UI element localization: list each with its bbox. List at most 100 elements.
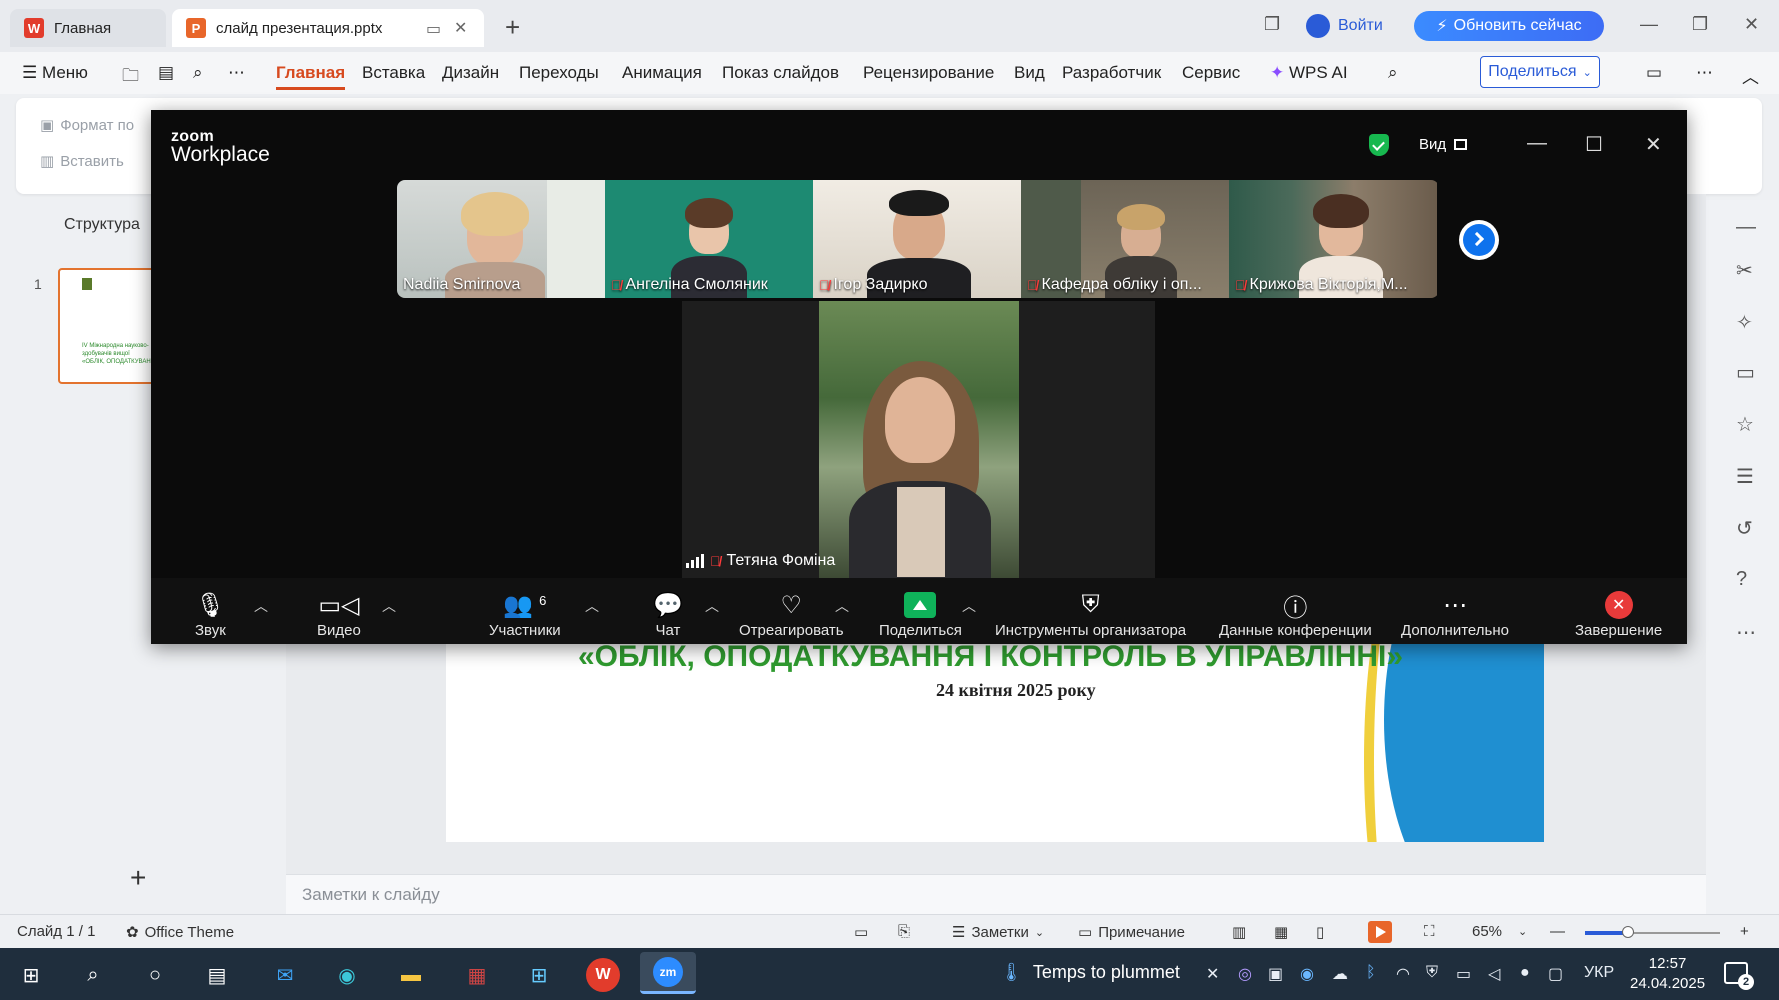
participant-tile[interactable]: 🎙̸ Кафедра обліку і оп... (1021, 180, 1229, 298)
play-slideshow-icon[interactable] (1368, 921, 1392, 943)
video-button[interactable]: ▭◁ Видео (317, 588, 361, 640)
next-page-button[interactable] (1459, 220, 1499, 260)
normal-view-icon[interactable]: ▥ (1232, 923, 1246, 941)
fullscreen-icon[interactable]: ⛶ (1424, 923, 1435, 940)
slide-thumbnail[interactable]: IV Міжнародна науково- здобувачів вищої … (58, 268, 158, 384)
help-icon[interactable]: ? (1736, 568, 1747, 591)
share-document-button[interactable]: Поделиться ⌄ (1480, 56, 1600, 88)
zoom-out-icon[interactable]: — (1550, 923, 1565, 940)
tray-app-icon[interactable]: ✕ (1206, 964, 1219, 984)
security-icon[interactable]: ⛨ (1426, 964, 1438, 982)
bluetooth-icon[interactable]: ᛒ (1366, 964, 1376, 982)
menu-review[interactable]: Рецензирование (863, 63, 994, 83)
meeting-info-button[interactable]: ⓘ Данные конференции (1219, 588, 1372, 640)
menu-design[interactable]: Дизайн (442, 63, 499, 83)
format-painter-icon[interactable]: ⌕ (193, 63, 203, 83)
window-mode-icon[interactable]: ❐ (1264, 14, 1280, 35)
tray-tool-icon[interactable]: ▣ (1268, 964, 1283, 984)
more-icon[interactable]: ⋯ (228, 63, 245, 83)
tab-monitor-icon[interactable]: ▭ (426, 19, 441, 39)
menu-service[interactable]: Сервис (1182, 63, 1240, 83)
task-view-icon[interactable]: ▤ (200, 958, 234, 992)
menu-insert[interactable]: Вставка (362, 63, 425, 83)
language-indicator[interactable]: УКР (1584, 964, 1614, 982)
close-icon[interactable]: ✕ (1744, 14, 1759, 35)
upgrade-button[interactable]: ⚡ Обновить сейчас (1414, 11, 1604, 41)
zoom-level-select[interactable]: 65% ⌄ (1472, 923, 1527, 940)
slide-notes-field[interactable]: Заметки к слайду (286, 874, 1706, 914)
menu-slideshow[interactable]: Показ слайдов (722, 63, 839, 83)
end-meeting-button[interactable]: ✕ Завершение (1575, 588, 1662, 639)
participant-tile[interactable]: 🎙̸ Крижова Вікторія,М... (1229, 180, 1437, 298)
format-painter-button[interactable]: ▣ Формат по (40, 116, 134, 135)
battery-icon[interactable]: ▭ (1456, 964, 1471, 984)
participant-tile[interactable]: Nadiia Smirnova (397, 180, 605, 298)
zoom-app-icon[interactable]: zm (640, 952, 696, 994)
minimize-icon[interactable]: — (1640, 14, 1658, 35)
slides-icon[interactable]: ▭ (1736, 360, 1755, 385)
tab-home[interactable]: W Главная (10, 9, 166, 47)
wifi-icon[interactable]: ◠ (1396, 964, 1410, 984)
shape-icon[interactable]: ✧ (1736, 310, 1753, 335)
grid-view-icon[interactable]: ▦ (1274, 923, 1288, 941)
theme-button[interactable]: ✿ Office Theme (126, 923, 234, 942)
paste-button[interactable]: ▥ Вставить (40, 152, 124, 171)
network-icon[interactable]: ▢ (1548, 964, 1563, 984)
more-button[interactable]: ⋯ Дополнительно (1401, 588, 1509, 640)
onedrive-icon[interactable]: ☁ (1332, 964, 1348, 984)
speaker-video[interactable] (819, 301, 1019, 578)
zoom-slider-handle[interactable] (1622, 926, 1634, 938)
zoom-close-icon[interactable]: ✕ (1645, 132, 1662, 157)
export-icon[interactable]: ⎘ (898, 923, 910, 940)
tab-close-icon[interactable]: ✕ (454, 18, 467, 38)
notification-center-icon[interactable]: 2 (1724, 962, 1754, 990)
restore-icon[interactable]: ❐ (1692, 14, 1708, 35)
react-button[interactable]: ♡ Отреагировать (739, 588, 844, 640)
tools-icon[interactable]: ✂ (1736, 258, 1753, 283)
file-explorer-icon[interactable]: ▬ (394, 958, 428, 992)
participant-tile[interactable]: 🎙̸ Ігор Задирко (813, 180, 1021, 298)
menu-home[interactable]: Главная (276, 63, 346, 90)
notes-toggle[interactable]: ☰ Заметки ⌄ (952, 923, 1044, 942)
zoom-minimize-icon[interactable]: — (1527, 132, 1547, 155)
host-tools-button[interactable]: ⛨ Инструменты организатора (995, 588, 1186, 639)
participant-tile[interactable]: 🎙̸ Ангеліна Смоляник (605, 180, 813, 298)
structure-tab[interactable]: Структура (64, 216, 140, 234)
menu-transitions[interactable]: Переходы (519, 63, 599, 83)
history-icon[interactable]: ↺ (1736, 516, 1753, 541)
collapse-sidebar-icon[interactable]: — (1736, 216, 1756, 239)
volume-icon[interactable]: ◁ (1488, 964, 1500, 984)
add-slide-button[interactable]: + (130, 862, 146, 894)
more-options-icon[interactable]: ⋯ (1696, 63, 1713, 83)
menu-view[interactable]: Вид (1014, 63, 1045, 83)
more-icon[interactable]: ⋯ (1736, 620, 1756, 645)
open-folder-icon[interactable]: 🗀 (122, 63, 139, 92)
menu-wps-ai[interactable]: ✦ WPS AI (1270, 63, 1348, 83)
encryption-shield-icon[interactable] (1369, 134, 1389, 156)
search-icon[interactable]: ⌕ (76, 958, 110, 992)
new-tab-button[interactable]: + (505, 12, 520, 43)
chat-button[interactable]: 💬 Чат (653, 588, 683, 640)
video-options-chevron-icon[interactable]: ︿ (382, 596, 396, 616)
fit-icon[interactable]: ▭ (854, 923, 868, 941)
wps-office-icon[interactable]: W (586, 958, 620, 992)
react-options-chevron-icon[interactable]: ︿ (835, 596, 849, 616)
mail-icon[interactable]: ✉ (268, 958, 302, 992)
weather-widget[interactable]: 🌡 Temps to plummet (1000, 962, 1180, 983)
cortana-icon[interactable]: ○ (138, 958, 172, 992)
sliders-icon[interactable]: ☰ (1736, 464, 1754, 489)
participants-button[interactable]: 👥 6 Участники (489, 588, 561, 640)
zoom-tray-icon[interactable]: ◉ (1300, 964, 1314, 984)
login-button[interactable]: Войти (1306, 14, 1383, 38)
comment-icon[interactable]: ▭ (1646, 63, 1662, 83)
participants-options-chevron-icon[interactable]: ︿ (585, 596, 599, 616)
search-icon[interactable]: ⌕ (1388, 63, 1398, 83)
microphone-icon[interactable]: ● (1520, 964, 1530, 982)
view-button[interactable]: Вид (1419, 136, 1468, 153)
menu-animation[interactable]: Анимация (622, 63, 702, 83)
viber-icon[interactable]: ◎ (1238, 964, 1252, 984)
edge-icon[interactable]: ◉ (330, 958, 364, 992)
collapse-ribbon-icon[interactable]: ︿ (1742, 63, 1759, 88)
start-icon[interactable]: ⊞ (14, 958, 48, 992)
save-icon[interactable]: ▤ (158, 63, 174, 83)
